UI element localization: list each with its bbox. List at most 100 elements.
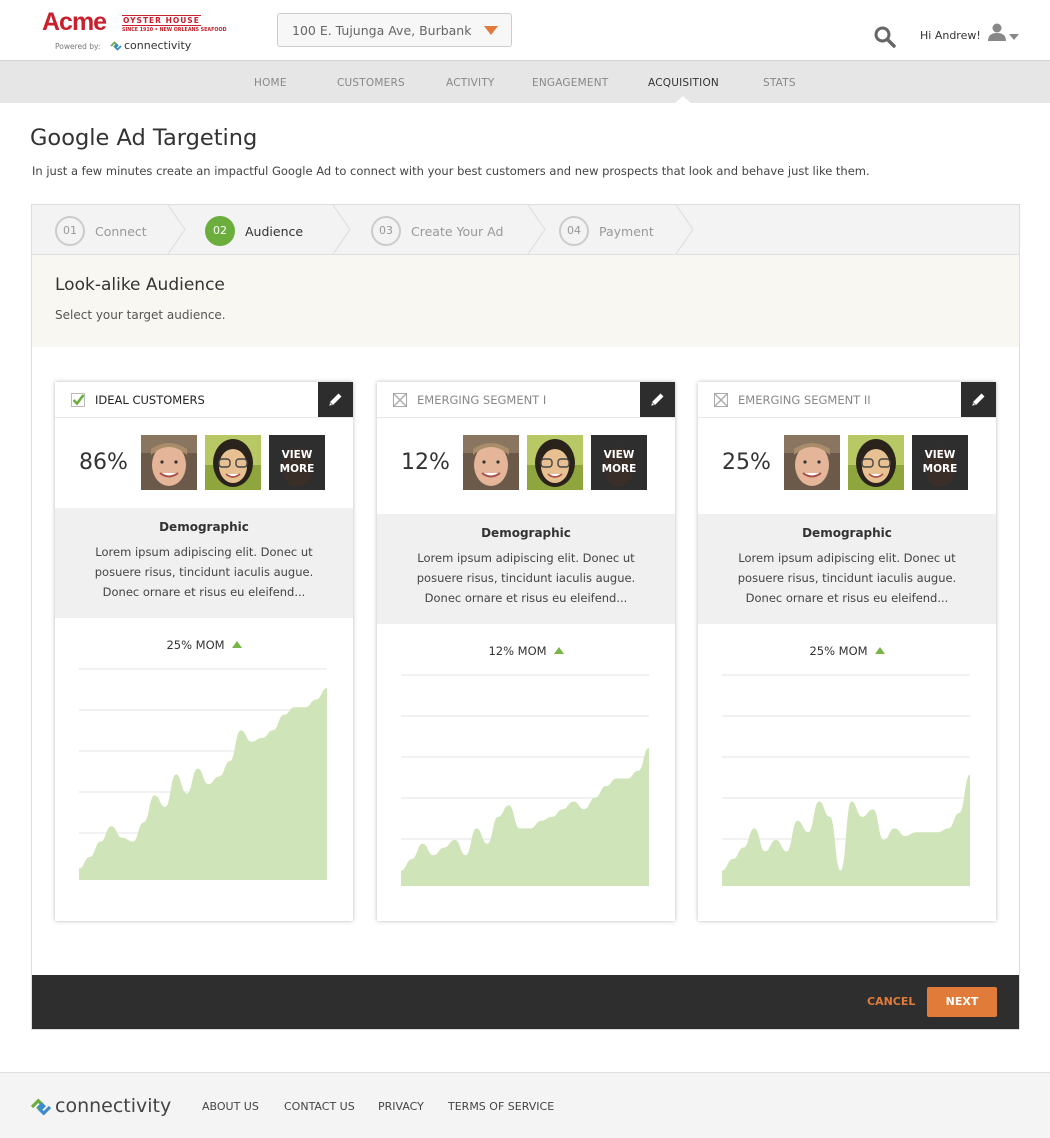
pencil-icon [972, 393, 985, 406]
card-header: EMERGING SEGMENT I [377, 382, 675, 418]
nav-item-acquisition[interactable]: ACQUISITION [648, 77, 719, 89]
nav-item-engagement[interactable]: ENGAGEMENT [532, 77, 608, 89]
demographic-text: Lorem ipsum adipiscing elit. Donec ut po… [737, 551, 957, 605]
step-number: 02 [205, 216, 235, 246]
footer-brand: connectivity [55, 1095, 172, 1117]
checkbox-unchecked-icon[interactable] [714, 393, 728, 407]
nav-item-activity[interactable]: ACTIVITY [446, 77, 495, 89]
location-select[interactable]: 100 E. Tujunga Ave, Burbank [277, 13, 512, 47]
page-description: In just a few minutes create an impactfu… [32, 164, 870, 178]
view-more-button[interactable]: VIEW MORE [591, 435, 647, 490]
card-header: IDEAL CUSTOMERS [55, 382, 353, 418]
card-title: EMERGING SEGMENT II [738, 393, 871, 407]
demographic-title: Demographic [159, 520, 249, 534]
view-more-label: VIEW MORE [279, 449, 315, 475]
wizard-actions: CANCEL NEXT [32, 975, 1019, 1029]
brand-tagline: OYSTER HOUSE [122, 15, 201, 26]
footer-link-privacy[interactable]: PRIVACY [378, 1100, 424, 1113]
card-title: IDEAL CUSTOMERS [95, 393, 205, 407]
audience-card[interactable]: EMERGING SEGMENT I 12% VIEW MORE Demographi… [377, 382, 675, 921]
demographic-text: Lorem ipsum adipiscing elit. Donec ut po… [416, 551, 636, 605]
powered-by-label: Powered by: [55, 42, 101, 51]
avatar [527, 435, 583, 490]
trend-chart [79, 668, 327, 880]
trend-area [722, 774, 970, 886]
edit-button[interactable] [961, 382, 996, 417]
trend-up-icon [874, 647, 885, 654]
segment-percent: 25% [722, 450, 771, 475]
step-separator [168, 205, 186, 254]
view-more-label: VIEW MORE [601, 449, 637, 475]
step-label: Create Your Ad [411, 224, 504, 239]
step-number: 01 [55, 216, 85, 246]
mom-value: 25% MOM [166, 638, 225, 652]
partner-logo: connectivity [110, 39, 191, 52]
search-icon[interactable] [873, 25, 897, 49]
mom-value: 12% MOM [488, 644, 547, 658]
footer-link-about[interactable]: ABOUT US [202, 1100, 259, 1113]
connectivity-logo-icon [30, 1098, 52, 1116]
audience-card[interactable]: EMERGING SEGMENT II 25% VIEW MORE Demograph… [698, 382, 996, 921]
avatar [784, 435, 840, 490]
view-more-button[interactable]: VIEW MORE [269, 435, 325, 490]
audience-subtitle: Select your target audience. [55, 308, 226, 322]
pencil-icon [329, 393, 342, 406]
chevron-down-icon [484, 26, 498, 35]
wizard-panel: 01 Connect 02 Audience 03 Create Your Ad… [31, 204, 1020, 1030]
audience-title: Look-alike Audience [55, 275, 225, 295]
connectivity-logo-icon [110, 41, 122, 51]
step-separator [528, 205, 546, 254]
audience-card[interactable]: IDEAL CUSTOMERS 86% VIEW MORE Demographic Lo… [55, 382, 353, 921]
main-nav: HOME CUSTOMERS ACTIVITY ENGAGEMENT ACQUI… [0, 60, 1050, 104]
brand-subtagline: SINCE 1910 • NEW ORLEANS SEAFOOD [122, 28, 227, 33]
brand-name: Acme [42, 8, 107, 36]
audience-header: Look-alike Audience Select your target a… [32, 255, 1019, 347]
chevron-down-icon[interactable] [1009, 34, 1019, 40]
mom-value: 25% MOM [809, 644, 868, 658]
next-button[interactable]: NEXT [927, 987, 997, 1017]
segment-percent: 12% [401, 450, 450, 475]
footer-logo[interactable]: connectivity [30, 1095, 171, 1117]
trend-area [401, 747, 649, 886]
demographic-text: Lorem ipsum adipiscing elit. Donec ut po… [94, 545, 314, 599]
step-label: Payment [599, 224, 654, 239]
header: Acme OYSTER HOUSE SINCE 1910 • NEW ORLEA… [0, 0, 1050, 60]
step-separator [333, 205, 351, 254]
mom-trend-label: 12% MOM [377, 644, 675, 658]
avatar [205, 435, 261, 490]
step-number: 03 [371, 216, 401, 246]
avatar [141, 435, 197, 490]
demographic-panel: Demographic Lorem ipsum adipiscing elit. … [377, 514, 675, 624]
step-separator [676, 205, 694, 254]
edit-button[interactable] [318, 382, 353, 417]
view-more-button[interactable]: VIEW MORE [912, 435, 968, 490]
segment-percent: 86% [79, 450, 128, 475]
checkbox-checked-icon[interactable] [71, 393, 85, 407]
pencil-icon [651, 393, 664, 406]
active-nav-indicator [674, 96, 692, 104]
step-label: Audience [245, 224, 304, 239]
card-title: EMERGING SEGMENT I [417, 393, 547, 407]
nav-item-stats[interactable]: STATS [763, 77, 796, 89]
edit-button[interactable] [640, 382, 675, 417]
cancel-button[interactable]: CANCEL [867, 995, 915, 1008]
view-more-label: VIEW MORE [922, 449, 958, 475]
trend-chart [722, 674, 970, 886]
trend-area [79, 688, 327, 880]
page-title: Google Ad Targeting [30, 125, 258, 151]
wizard-steps: 01 Connect 02 Audience 03 Create Your Ad… [32, 205, 1019, 255]
footer-link-contact[interactable]: CONTACT US [284, 1100, 355, 1113]
partner-name: connectivity [124, 39, 192, 52]
trend-chart [401, 674, 649, 886]
checkbox-unchecked-icon[interactable] [393, 393, 407, 407]
user-icon[interactable] [987, 23, 1007, 41]
user-greeting: Hi Andrew! [920, 29, 981, 42]
demographic-title: Demographic [802, 526, 892, 540]
brand-logo[interactable]: Acme OYSTER HOUSE SINCE 1910 • NEW ORLEA… [42, 8, 227, 54]
step-number: 04 [559, 216, 589, 246]
footer: connectivity ABOUT US CONTACT US PRIVACY… [0, 1072, 1050, 1138]
nav-item-home[interactable]: HOME [254, 77, 287, 89]
mom-trend-label: 25% MOM [55, 638, 353, 652]
footer-link-terms[interactable]: TERMS OF SERVICE [448, 1100, 554, 1113]
nav-item-customers[interactable]: CUSTOMERS [337, 77, 405, 89]
